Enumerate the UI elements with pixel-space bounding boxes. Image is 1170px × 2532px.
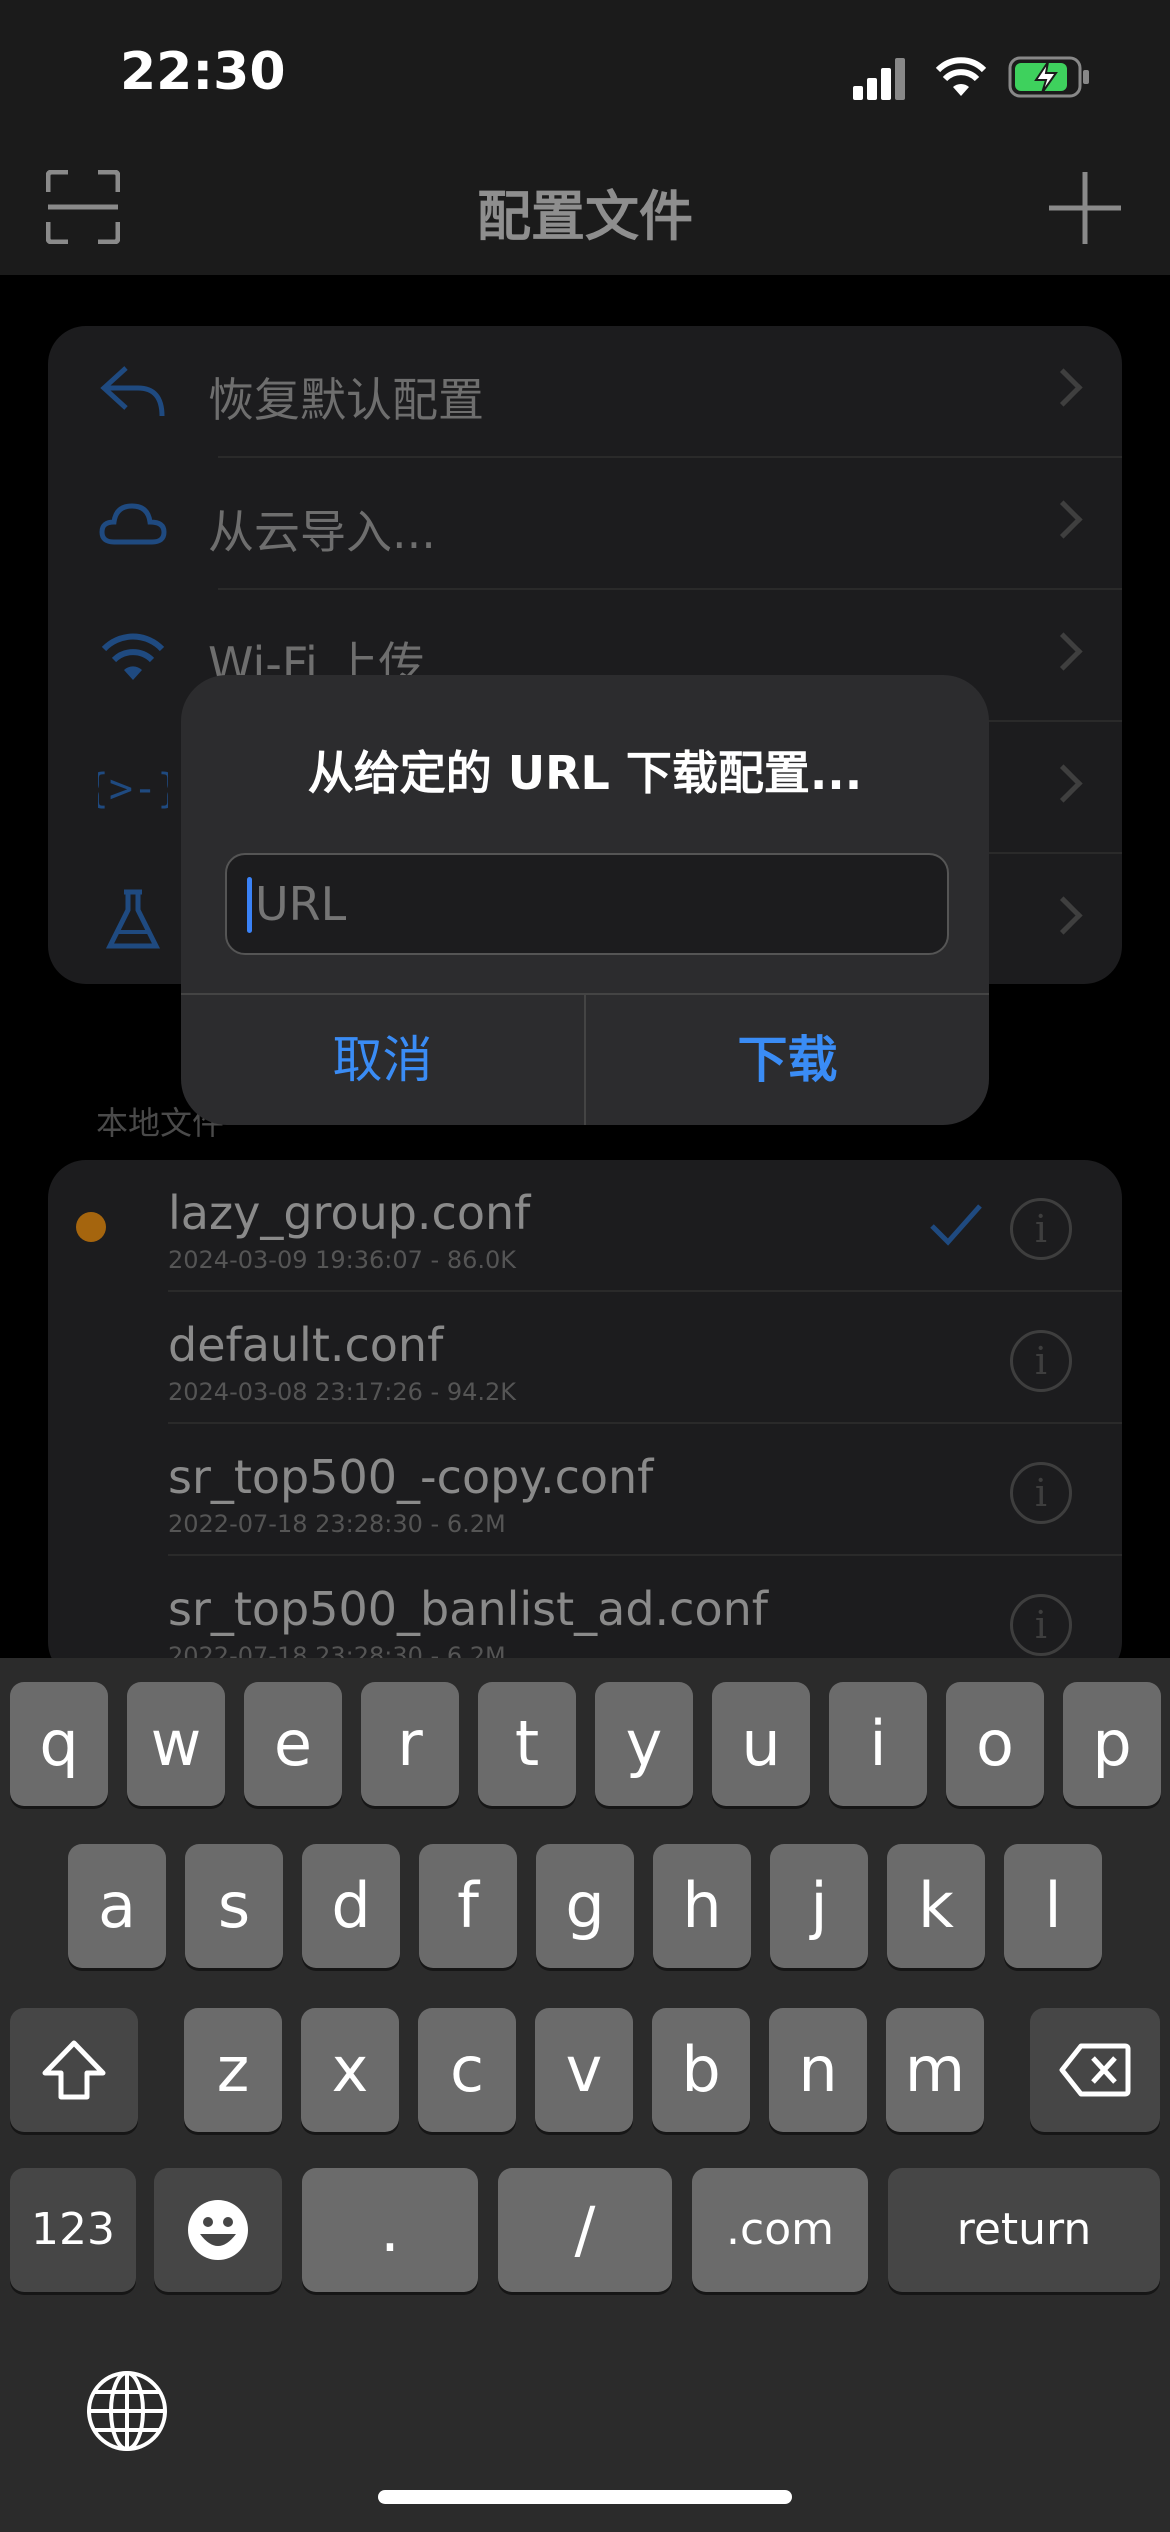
page-title: 配置文件 (477, 185, 693, 248)
key-a[interactable]: a (68, 1844, 166, 1968)
flask-icon (105, 889, 161, 949)
info-icon[interactable]: i (1010, 1330, 1072, 1392)
delete-key[interactable] (1030, 2008, 1160, 2132)
backspace-icon (1059, 2043, 1131, 2097)
globe-icon[interactable] (86, 2370, 168, 2452)
file-meta: 2024-03-08 23:17:26 - 94.2K (168, 1378, 516, 1406)
chevron-right-icon (1044, 500, 1083, 539)
key-o[interactable]: o (946, 1682, 1044, 1806)
text-caret (247, 877, 252, 933)
dialog-title: 从给定的 URL 下载配置... (307, 746, 863, 800)
file-meta: 2024-03-09 19:36:07 - 86.0K (168, 1246, 516, 1274)
chevron-right-icon (1044, 896, 1083, 935)
key-n[interactable]: n (769, 2008, 867, 2132)
info-icon[interactable]: i (1010, 1594, 1072, 1656)
period-key[interactable]: . (302, 2168, 478, 2292)
key-l[interactable]: l (1004, 1844, 1102, 1968)
key-i[interactable]: i (829, 1682, 927, 1806)
info-icon[interactable]: i (1010, 1198, 1072, 1260)
file-row[interactable]: lazy_group.conf 2024-03-09 19:36:07 - 86… (48, 1160, 1122, 1292)
key-v[interactable]: v (535, 2008, 633, 2132)
shift-key[interactable] (10, 2008, 138, 2132)
file-row[interactable]: sr_top500_-copy.conf 2022-07-18 23:28:30… (48, 1424, 1122, 1556)
key-c[interactable]: c (418, 2008, 516, 2132)
file-name: sr_top500_-copy.conf (168, 1450, 654, 1504)
key-w[interactable]: w (127, 1682, 225, 1806)
key-k[interactable]: k (887, 1844, 985, 1968)
status-time: 22:30 (120, 42, 286, 102)
checkmark-icon (930, 1204, 982, 1246)
numbers-key[interactable]: 123 (10, 2168, 136, 2292)
chevron-right-icon (1044, 632, 1083, 671)
file-meta: 2022-07-18 23:28:30 - 6.2M (168, 1510, 506, 1538)
key-s[interactable]: s (185, 1844, 283, 1968)
undo-arrow-icon (100, 366, 165, 417)
key-z[interactable]: z (184, 2008, 282, 2132)
script-braces-icon: {>-} (98, 766, 168, 812)
key-d[interactable]: d (302, 1844, 400, 1968)
url-field[interactable] (225, 853, 949, 955)
info-icon[interactable]: i (1010, 1462, 1072, 1524)
home-indicator (378, 2490, 792, 2504)
files-list: lazy_group.conf 2024-03-09 19:36:07 - 86… (48, 1160, 1122, 1680)
keyboard: qwertyuiop asdfghjkl zxcvbnm 123 . / .co… (0, 1658, 1170, 2532)
return-key[interactable]: return (888, 2168, 1160, 2292)
chevron-right-icon (1044, 368, 1083, 407)
emoji-key[interactable] (154, 2168, 282, 2292)
dotcom-key[interactable]: .com (692, 2168, 868, 2292)
import-from-cloud-label: 从云导入... (208, 505, 436, 559)
emoji-icon (188, 2200, 248, 2260)
key-p[interactable]: p (1063, 1682, 1161, 1806)
download-button[interactable]: 下载 (586, 995, 989, 1125)
chevron-right-icon (1044, 764, 1083, 803)
key-y[interactable]: y (595, 1682, 693, 1806)
url-download-dialog: 从给定的 URL 下载配置... 取消 下载 (181, 675, 989, 1125)
key-m[interactable]: m (886, 2008, 984, 2132)
key-h[interactable]: h (653, 1844, 751, 1968)
key-r[interactable]: r (361, 1682, 459, 1806)
add-icon[interactable] (1045, 168, 1125, 248)
key-j[interactable]: j (770, 1844, 868, 1968)
cloud-icon (99, 503, 167, 545)
restore-default-row[interactable]: 恢复默认配置 (48, 326, 1122, 458)
cellular-signal-icon (853, 58, 905, 100)
key-b[interactable]: b (652, 2008, 750, 2132)
file-name: lazy_group.conf (168, 1186, 531, 1240)
selected-dot (76, 1212, 106, 1242)
shift-icon (42, 2040, 106, 2100)
key-f[interactable]: f (419, 1844, 517, 1968)
key-t[interactable]: t (478, 1682, 576, 1806)
file-row[interactable]: default.conf 2024-03-08 23:17:26 - 94.2K… (48, 1292, 1122, 1424)
wifi-upload-icon (101, 633, 165, 680)
key-e[interactable]: e (244, 1682, 342, 1806)
battery-charging-icon (1008, 56, 1089, 98)
key-q[interactable]: q (10, 1682, 108, 1806)
restore-default-label: 恢复默认配置 (208, 373, 484, 427)
key-u[interactable]: u (712, 1682, 810, 1806)
url-input[interactable] (255, 855, 915, 953)
cancel-button[interactable]: 取消 (181, 995, 584, 1125)
slash-key[interactable]: / (498, 2168, 672, 2292)
key-x[interactable]: x (301, 2008, 399, 2132)
file-name: sr_top500_banlist_ad.conf (168, 1582, 768, 1636)
key-g[interactable]: g (536, 1844, 634, 1968)
import-from-cloud-row[interactable]: 从云导入... (48, 458, 1122, 590)
wifi-icon (935, 57, 987, 96)
file-name: default.conf (168, 1318, 444, 1372)
svg-text:{>-}: {>-} (98, 766, 168, 812)
